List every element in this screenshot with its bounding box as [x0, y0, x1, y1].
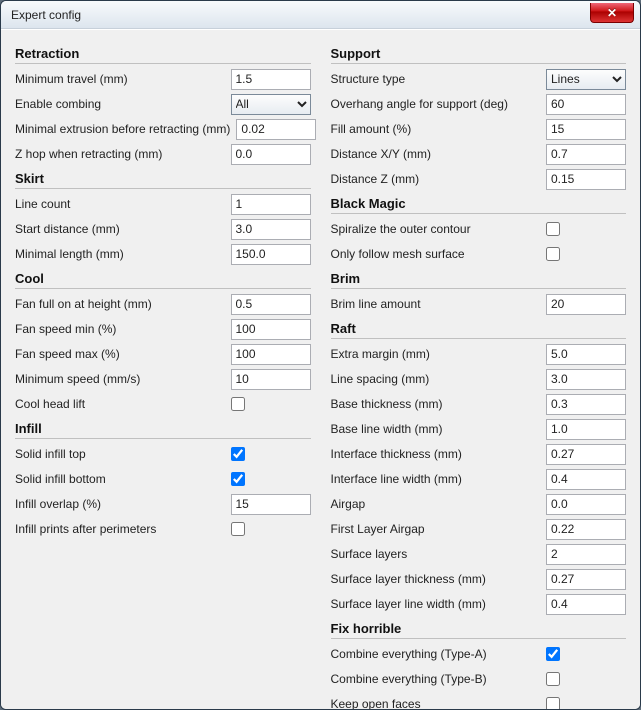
label-infill-overlap: Infill overlap (%)	[15, 497, 231, 511]
input-dist-z[interactable]	[546, 169, 626, 190]
label-dist-xy: Distance X/Y (mm)	[331, 147, 547, 161]
close-icon: ✕	[607, 6, 617, 20]
label-surf-width: Surface layer line width (mm)	[331, 597, 547, 611]
label-infill-after-perim: Infill prints after perimeters	[15, 522, 231, 536]
check-solid-top[interactable]	[231, 447, 245, 461]
input-extra-margin[interactable]	[546, 344, 626, 365]
input-fan-full[interactable]	[231, 294, 311, 315]
label-comb-a: Combine everything (Type-A)	[331, 647, 547, 661]
check-head-lift[interactable]	[231, 397, 245, 411]
label-spiralize: Spiralize the outer contour	[331, 222, 547, 236]
label-solid-bottom: Solid infill bottom	[15, 472, 231, 486]
titlebar: Expert config ✕	[1, 1, 640, 29]
label-fan-max: Fan speed max (%)	[15, 347, 231, 361]
input-fan-min[interactable]	[231, 319, 311, 340]
check-mesh-only[interactable]	[546, 247, 560, 261]
section-blackmagic: Black Magic	[331, 196, 627, 214]
input-fill-amount[interactable]	[546, 119, 626, 140]
input-zhop[interactable]	[231, 144, 311, 165]
section-raft: Raft	[331, 321, 627, 339]
label-line-spacing: Line spacing (mm)	[331, 372, 547, 386]
label-first-airgap: First Layer Airgap	[331, 522, 547, 536]
label-iface-thick: Interface thickness (mm)	[331, 447, 547, 461]
label-surf-thick: Surface layer thickness (mm)	[331, 572, 547, 586]
section-fixhorrible: Fix horrible	[331, 621, 627, 639]
check-keep-open[interactable]	[546, 697, 560, 709]
dialog-window: Expert config ✕ Retraction Minimum trave…	[0, 0, 641, 710]
check-solid-bottom[interactable]	[231, 472, 245, 486]
label-base-width: Base line width (mm)	[331, 422, 547, 436]
input-line-count[interactable]	[231, 194, 311, 215]
input-surf-width[interactable]	[546, 594, 626, 615]
label-combing: Enable combing	[15, 97, 231, 111]
input-infill-overlap[interactable]	[231, 494, 311, 515]
section-retraction: Retraction	[15, 46, 311, 64]
label-zhop: Z hop when retracting (mm)	[15, 147, 231, 161]
label-comb-b: Combine everything (Type-B)	[331, 672, 547, 686]
label-head-lift: Cool head lift	[15, 397, 231, 411]
window-title: Expert config	[11, 8, 81, 22]
label-iface-width: Interface line width (mm)	[331, 472, 547, 486]
close-button[interactable]: ✕	[590, 3, 634, 23]
label-fan-min: Fan speed min (%)	[15, 322, 231, 336]
section-support: Support	[331, 46, 627, 64]
dialog-content: Retraction Minimum travel (mm) Enable co…	[1, 29, 640, 709]
check-comb-b[interactable]	[546, 672, 560, 686]
input-airgap[interactable]	[546, 494, 626, 515]
label-airgap: Airgap	[331, 497, 547, 511]
section-skirt: Skirt	[15, 171, 311, 189]
label-brim-amount: Brim line amount	[331, 297, 547, 311]
input-min-speed[interactable]	[231, 369, 311, 390]
input-start-dist[interactable]	[231, 219, 311, 240]
label-extra-margin: Extra margin (mm)	[331, 347, 547, 361]
label-mesh-only: Only follow mesh surface	[331, 247, 547, 261]
label-structure: Structure type	[331, 72, 547, 86]
select-combing[interactable]: All	[231, 94, 311, 115]
check-infill-after-perim[interactable]	[231, 522, 245, 536]
check-spiralize[interactable]	[546, 222, 560, 236]
label-overhang: Overhang angle for support (deg)	[331, 97, 547, 111]
label-start-dist: Start distance (mm)	[15, 222, 231, 236]
label-fan-full: Fan full on at height (mm)	[15, 297, 231, 311]
input-surf-thick[interactable]	[546, 569, 626, 590]
input-dist-xy[interactable]	[546, 144, 626, 165]
input-iface-width[interactable]	[546, 469, 626, 490]
label-min-travel: Minimum travel (mm)	[15, 72, 231, 86]
right-column: Support Structure typeLines Overhang ang…	[331, 40, 627, 699]
section-infill: Infill	[15, 421, 311, 439]
input-min-travel[interactable]	[231, 69, 311, 90]
check-comb-a[interactable]	[546, 647, 560, 661]
label-min-speed: Minimum speed (mm/s)	[15, 372, 231, 386]
label-keep-open: Keep open faces	[331, 697, 547, 709]
section-cool: Cool	[15, 271, 311, 289]
input-base-thick[interactable]	[546, 394, 626, 415]
section-brim: Brim	[331, 271, 627, 289]
left-column: Retraction Minimum travel (mm) Enable co…	[15, 40, 311, 699]
input-brim-amount[interactable]	[546, 294, 626, 315]
label-dist-z: Distance Z (mm)	[331, 172, 547, 186]
label-fill-amount: Fill amount (%)	[331, 122, 547, 136]
label-base-thick: Base thickness (mm)	[331, 397, 547, 411]
label-line-count: Line count	[15, 197, 231, 211]
input-base-width[interactable]	[546, 419, 626, 440]
input-first-airgap[interactable]	[546, 519, 626, 540]
input-surf-layers[interactable]	[546, 544, 626, 565]
input-line-spacing[interactable]	[546, 369, 626, 390]
label-min-extrusion: Minimal extrusion before retracting (mm)	[15, 122, 236, 136]
input-overhang[interactable]	[546, 94, 626, 115]
label-solid-top: Solid infill top	[15, 447, 231, 461]
select-structure[interactable]: Lines	[546, 69, 626, 90]
input-min-length[interactable]	[231, 244, 311, 265]
label-min-length: Minimal length (mm)	[15, 247, 231, 261]
input-fan-max[interactable]	[231, 344, 311, 365]
label-surf-layers: Surface layers	[331, 547, 547, 561]
input-iface-thick[interactable]	[546, 444, 626, 465]
input-min-extrusion[interactable]	[236, 119, 316, 140]
